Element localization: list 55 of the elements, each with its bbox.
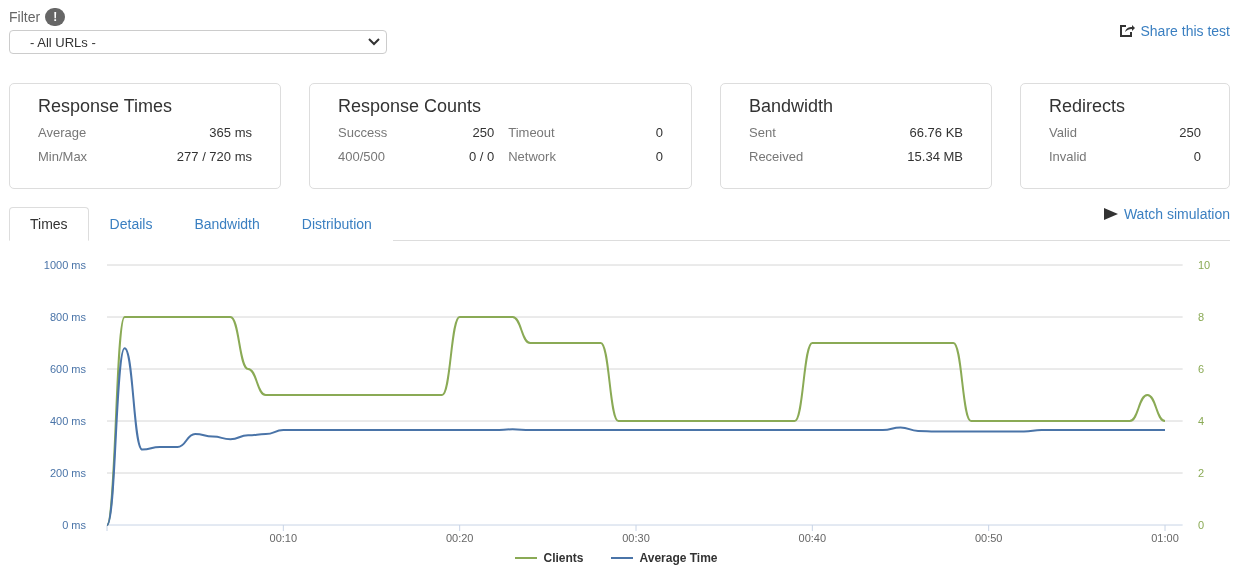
axis-label: 0 ms [62,519,86,531]
stat-label: Success [338,125,388,140]
stat-label: Sent [749,125,777,140]
axis-label: 0 [1198,519,1205,531]
axis-label: 00:40 [798,532,827,544]
watch-link[interactable]: Watch simulation [1103,206,1230,222]
card-title: Response Times [38,96,174,117]
chevron-icon [368,38,380,46]
stat-label: Invalid [1049,149,1087,164]
legend-item[interactable]: Average Time [611,551,718,565]
axis-label: 00:30 [622,532,650,544]
legend-item[interactable]: Clients [515,551,584,565]
axis-label: 4 [1198,415,1205,427]
stat-value: 66.76 KB [908,125,963,140]
axis-label: 00:20 [445,532,474,544]
axis-label: 8 [1198,311,1205,323]
axis-label: 400 ms [49,415,86,427]
axis-label: 800 ms [49,311,86,323]
axis-label: 200 ms [49,467,86,479]
axis-label: 600 ms [49,363,86,375]
stat-label: Received [749,149,804,164]
axis-label: 00:10 [269,532,298,544]
stat-label: Valid [1049,125,1078,140]
stat-value: 0 [654,125,663,140]
legend-swatch [515,556,538,560]
play-icon [1103,208,1118,220]
stat-value: 250 [1178,125,1201,140]
stat-value: 0 / 0 [467,149,495,164]
stat-value: 0 [1192,149,1201,164]
share-link[interactable]: Share this test [1118,8,1230,54]
card-title: Bandwidth [749,96,835,117]
card-title: Redirects [1049,96,1127,117]
stat-label: Timeout [508,125,556,140]
axis-label: 1000 ms [43,259,86,271]
stat-label: Min/Max [38,149,88,164]
filter-label: Filter [9,9,41,25]
axis-label: 6 [1198,363,1205,375]
tab[interactable]: Times [9,207,89,241]
info-badge: ! [45,8,66,26]
url-select[interactable]: - All URLs - [9,30,387,54]
stat-label: 400/500 [338,149,386,164]
stat-value: 15.34 MB [906,149,963,164]
legend-swatch [611,556,634,560]
axis-label: 2 [1198,467,1205,479]
stat-label: Network [508,149,556,164]
stat-value: 277 / 720 ms [175,149,252,164]
share-icon [1118,24,1135,38]
axis-label: 00:50 [974,532,1003,544]
axis-label: 10 [1198,259,1211,271]
stat-value: 0 [654,149,663,164]
stat-value: 250 [471,125,495,140]
axis-label: 01:00 [1151,532,1179,544]
card-title: Response Counts [338,96,483,117]
stat-label: Average [38,125,88,140]
stat-value: 365 ms [208,125,252,140]
